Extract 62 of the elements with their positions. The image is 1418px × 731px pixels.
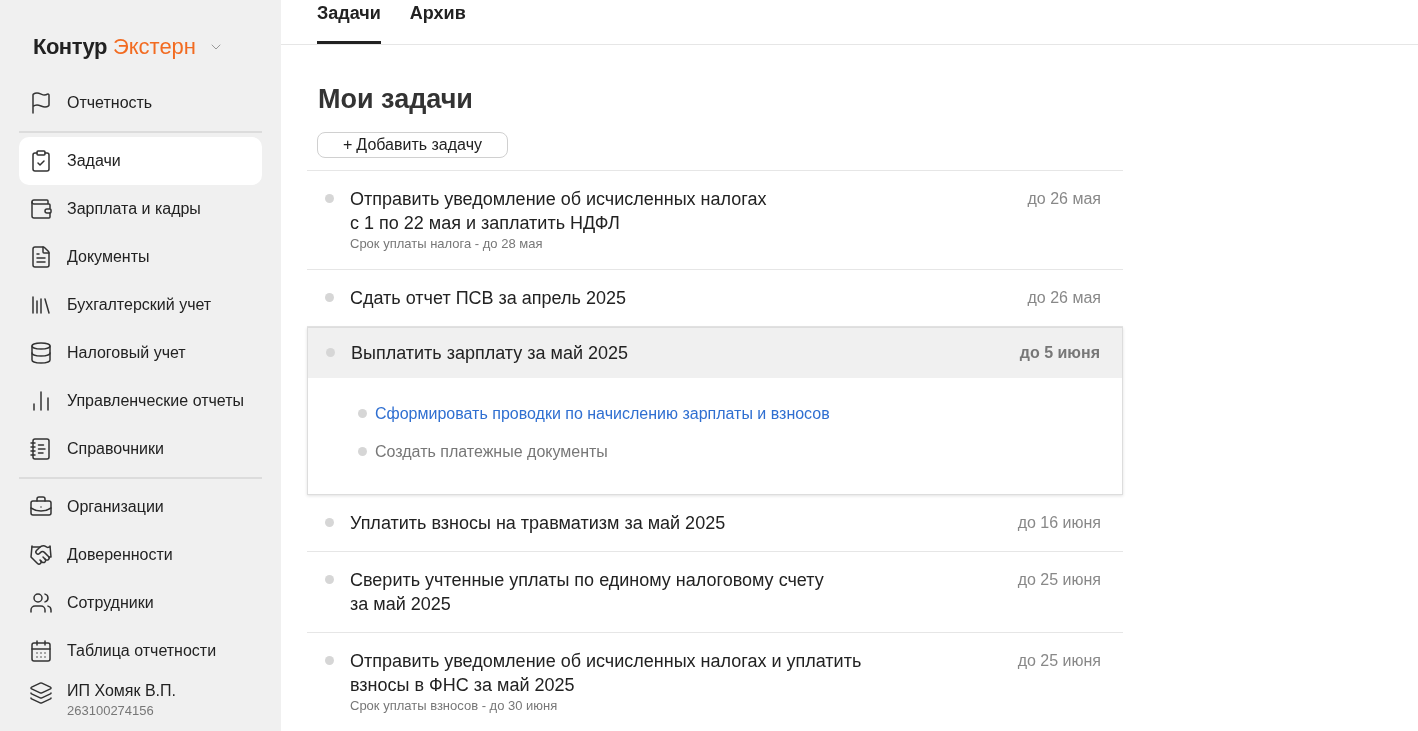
sidebar-item[interactable]: Сотрудники [19,579,262,627]
sidebar-item[interactable]: Таблица отчетности [19,627,262,675]
tab[interactable]: Архив [409,0,466,44]
wallet-icon [29,197,53,221]
bullet-icon [358,409,367,418]
task-title: Выплатить зарплату за май 2025 [351,341,630,365]
task-note: Срок уплаты налога - до 28 мая [350,234,544,253]
task-row[interactable]: Отправить уведомление об исчисленных налогах и уплатить взносы в ФНС за май 2025 Срок уплаты взносов - до 30 июня до 25 июня [307,632,1123,731]
sidebar-item[interactable]: Управленческие отчеты [19,377,262,425]
subtask-link[interactable]: Сформировать проводки по начислению зарплаты и взносов [375,401,830,426]
notebook-icon [29,437,53,461]
bullet-icon [325,292,334,302]
task-row[interactable]: Сдать отчет ПСВ за апрель 2025 до 26 мая [307,269,1123,327]
task-due-date: до 25 июня [1017,569,1101,590]
handshake-icon [29,543,53,567]
logo-brand: Контур [33,33,107,61]
sidebar-item[interactable]: Налоговый учет [19,329,262,377]
task-due-date: до 26 мая [1027,287,1101,308]
task-due-date: до 5 июня [1019,342,1100,363]
coins-stack-icon [29,341,53,365]
bullet-icon [325,517,334,527]
sidebar-item[interactable]: Отчетность [19,79,262,127]
task-note: Срок уплаты взносов - до 30 июня [350,696,559,715]
calendar-icon [29,639,53,663]
tab[interactable]: Задачи [317,0,381,44]
document-icon [29,245,53,269]
sidebar-item[interactable]: Бухгалтерский учет [19,281,262,329]
sidebar-item[interactable]: Документы [19,233,262,281]
sidebar-item[interactable]: Задачи [19,137,262,185]
sidebar-item[interactable]: Зарплата и кадры [19,185,262,233]
task-title: Отправить уведомление об исчисленных налогах и уплатить взносы в ФНС за май 2025 [350,649,863,697]
add-task-button[interactable]: + Добавить задачу [317,131,508,158]
account-name[interactable]: ИП Хомяк В.П. [67,681,176,701]
task-due-date: до 16 июня [1017,512,1101,533]
task-title: Сверить учтенные уплаты по единому налоговому счету за май 2025 [350,568,825,616]
books-icon [29,293,53,317]
bullet-icon [325,574,334,584]
subtask-text: Создать платежные документы [375,441,608,462]
page-title: Мои задачи [318,83,474,116]
sidebar-item[interactable]: Доверенности [19,531,262,579]
bullet-icon [325,655,334,665]
task-title: Отправить уведомление об исчисленных налогах с 1 по 22 мая и заплатить НДФЛ [350,187,768,235]
account-inn: 263100274156 [67,702,155,720]
briefcase-icon [29,495,53,519]
task-due-date: до 25 июня [1017,650,1101,671]
task-row[interactable]: Отправить уведомление об исчисленных налогах с 1 по 22 мая и заплатить НДФЛ Срок уплаты налога - до 28 мая до 26 мая [307,170,1123,270]
bullet-icon [358,447,367,456]
bullet-icon [325,193,334,203]
clipboard-check-icon [29,149,53,173]
task-due-date: до 26 мая [1027,188,1101,209]
users-icon [29,591,53,615]
task-row[interactable]: Выплатить зарплату за май 2025 до 5 июня Сформировать проводки по начислению зарплаты и взносов Создать платежные документы [307,326,1123,495]
task-title: Сдать отчет ПСВ за апрель 2025 [350,286,627,310]
task-row[interactable]: Уплатить взносы на травматизм за май 2025 до 16 июня [307,494,1123,552]
organization-icon [29,681,53,705]
flag-icon [29,91,53,115]
sidebar-item[interactable]: Организации [19,483,262,531]
sidebar-item[interactable]: Справочники [19,425,262,473]
task-title: Уплатить взносы на травматизм за май 2025 [350,511,727,535]
task-row[interactable]: Сверить учтенные уплаты по единому налоговому счету за май 2025 до 25 июня [307,551,1123,633]
bullet-icon [326,347,335,357]
logo-product: Экстерн [112,33,196,61]
